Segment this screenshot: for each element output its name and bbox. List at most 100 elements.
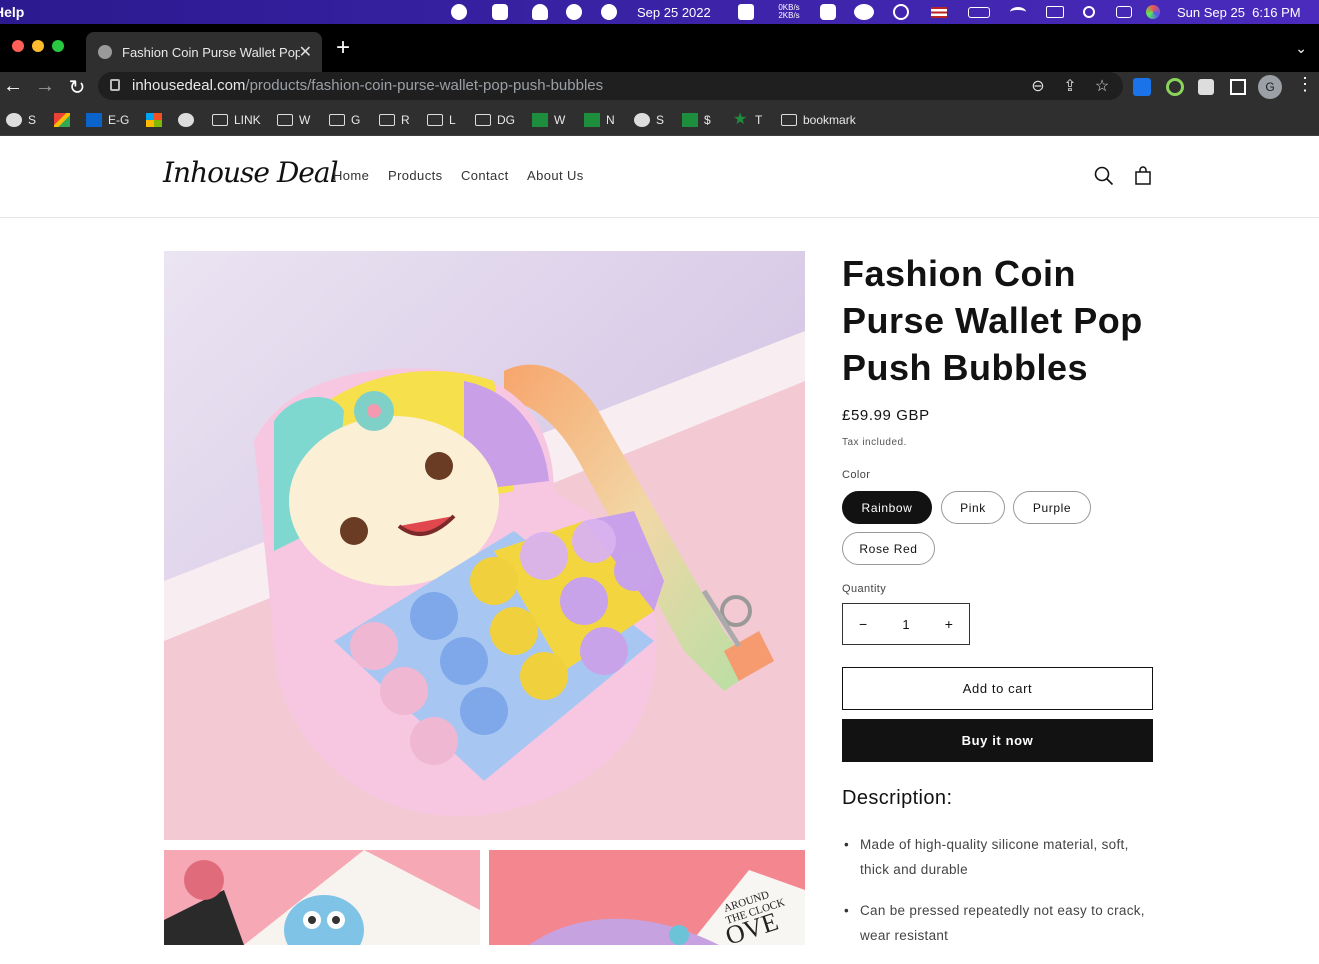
bookmark-item[interactable]: DG	[475, 110, 515, 130]
active-tab[interactable]: Fashion Coin Purse Wallet Pop ✕	[86, 32, 322, 72]
bookmarks-bar: S E-G LINK W G R L DG W N S $ ★ T bookmark	[0, 104, 1319, 136]
color-option-rainbow[interactable]: Rainbow	[842, 491, 932, 524]
navigation-icon[interactable]	[601, 3, 617, 21]
lock-icon[interactable]	[110, 79, 120, 91]
description-heading: Description:	[842, 787, 953, 809]
flag-icon[interactable]	[931, 3, 947, 21]
bookmark-item[interactable]: R	[379, 110, 410, 130]
app-menu-help[interactable]: Help	[0, 4, 24, 20]
nav-contact[interactable]: Contact	[461, 168, 509, 183]
zoom-window-button[interactable]	[52, 40, 64, 52]
bookmark-item[interactable]: $	[682, 110, 711, 130]
bookmark-label: bookmark	[803, 113, 856, 127]
bookmark-item[interactable]: L	[427, 110, 456, 130]
browser-menu-icon[interactable]: ⋮	[1296, 74, 1314, 95]
folder-icon	[277, 114, 293, 126]
bookmark-item[interactable]: ★ T	[733, 110, 762, 130]
cow-icon[interactable]	[492, 3, 508, 21]
bookmark-item[interactable]	[178, 110, 200, 130]
bookmark-item[interactable]: E-G	[86, 110, 129, 130]
product-thumbnail-2[interactable]: AROUND THE CLOCK OVE	[489, 850, 805, 945]
bookmark-label: LINK	[234, 113, 261, 127]
back-button[interactable]: ←	[0, 75, 26, 98]
nav-about-us[interactable]: About Us	[527, 168, 584, 183]
nav-home[interactable]: Home	[333, 168, 369, 183]
bookmark-item[interactable]	[54, 110, 76, 130]
extensions-puzzle-icon[interactable]	[1198, 79, 1214, 95]
download-extension-icon[interactable]	[1133, 78, 1151, 96]
bookmark-item[interactable]: N	[584, 110, 615, 130]
bookmark-item[interactable]: W	[532, 110, 565, 130]
profile-avatar[interactable]: G	[1258, 75, 1282, 99]
wifi-icon[interactable]	[1010, 3, 1026, 21]
color-option-purple[interactable]: Purple	[1013, 491, 1091, 524]
product-price: £59.99 GBP	[842, 407, 930, 424]
forward-button[interactable]: →	[32, 75, 58, 98]
wechat-icon[interactable]	[854, 3, 874, 21]
check-icon[interactable]	[820, 3, 836, 21]
color-label: Color	[842, 469, 871, 481]
bookmark-star-icon[interactable]: ☆	[1092, 76, 1112, 96]
bookmark-label: S	[28, 113, 37, 127]
quantity-decrease-button[interactable]: −	[859, 616, 867, 632]
bookmark-item[interactable]: S	[6, 110, 36, 130]
product-main-image[interactable]	[164, 251, 805, 840]
product-thumbnail-1[interactable]	[164, 850, 480, 945]
keyboard-icon[interactable]	[1046, 3, 1064, 21]
clock-text[interactable]: Sun Sep 25 6:16 PM	[1177, 3, 1301, 21]
tax-note: Tax included.	[842, 437, 907, 448]
green-extension-icon[interactable]	[1166, 78, 1184, 96]
site-logo[interactable]: Inhouse Deal	[163, 156, 339, 189]
bookmark-item[interactable]: S	[634, 110, 664, 130]
battery-icon[interactable]	[968, 3, 990, 21]
nav-products[interactable]: Products	[388, 168, 443, 183]
share-icon[interactable]: ⇪	[1060, 76, 1080, 96]
cat-icon[interactable]	[738, 3, 754, 21]
tab-favicon-icon	[98, 45, 112, 59]
url-text[interactable]: inhousedeal.com/products/fashion-coin-pu…	[132, 77, 603, 94]
quantity-increase-button[interactable]: +	[945, 616, 953, 632]
control-center-icon[interactable]	[1116, 3, 1132, 21]
bookmark-item[interactable]: bookmark	[781, 110, 856, 130]
bookmark-label: W	[299, 113, 311, 127]
thumbnail-illustration-2: AROUND THE CLOCK OVE	[489, 850, 805, 945]
buy-it-now-button[interactable]: Buy it now	[842, 719, 1153, 762]
bookmark-item[interactable]	[146, 110, 168, 130]
bookmark-item[interactable]: LINK	[212, 110, 261, 130]
gmail-icon	[54, 113, 70, 127]
line-icon[interactable]	[451, 3, 467, 21]
time-machine-icon[interactable]	[893, 3, 909, 21]
bookmark-item[interactable]: G	[329, 110, 360, 130]
color-option-pink[interactable]: Pink	[941, 491, 1005, 524]
globe-icon	[6, 113, 22, 127]
network-speed: 0KB/s 2KB/s	[774, 3, 804, 21]
folder-icon	[781, 114, 797, 126]
color-option-rose-red[interactable]: Rose Red	[842, 532, 935, 565]
quantity-label: Quantity	[842, 583, 887, 595]
bookmark-label: S	[656, 113, 665, 127]
tab-close-icon[interactable]: ✕	[299, 42, 312, 62]
zoom-icon[interactable]: ⊖	[1028, 76, 1048, 96]
side-panel-icon[interactable]	[1230, 79, 1246, 95]
bookmark-label: G	[351, 113, 361, 127]
cart-icon[interactable]	[1133, 166, 1153, 186]
siri-icon[interactable]	[1146, 3, 1160, 21]
teamviewer-icon[interactable]	[566, 3, 582, 21]
new-tab-button[interactable]: +	[336, 36, 350, 60]
add-to-cart-button[interactable]: Add to cart	[842, 667, 1153, 710]
spotlight-icon[interactable]	[1083, 3, 1095, 21]
tab-search-chevron-icon[interactable]: ⌄	[1295, 40, 1307, 57]
address-bar[interactable]: inhousedeal.com/products/fashion-coin-pu…	[98, 72, 1123, 100]
minimize-window-button[interactable]	[32, 40, 44, 52]
thumbnail-illustration-1	[164, 850, 480, 945]
bookmark-label: DG	[497, 113, 515, 127]
date-text[interactable]: Sep 25 2022	[637, 3, 711, 21]
close-window-button[interactable]	[12, 40, 24, 52]
bookmark-item[interactable]: W	[277, 110, 310, 130]
tab-title: Fashion Coin Purse Wallet Pop	[122, 44, 300, 60]
quantity-input[interactable]: 1	[902, 617, 909, 632]
bell-icon[interactable]	[532, 3, 548, 21]
reload-button[interactable]: ↻	[64, 75, 90, 100]
bookmark-label: W	[554, 113, 566, 127]
search-icon[interactable]	[1094, 166, 1114, 186]
